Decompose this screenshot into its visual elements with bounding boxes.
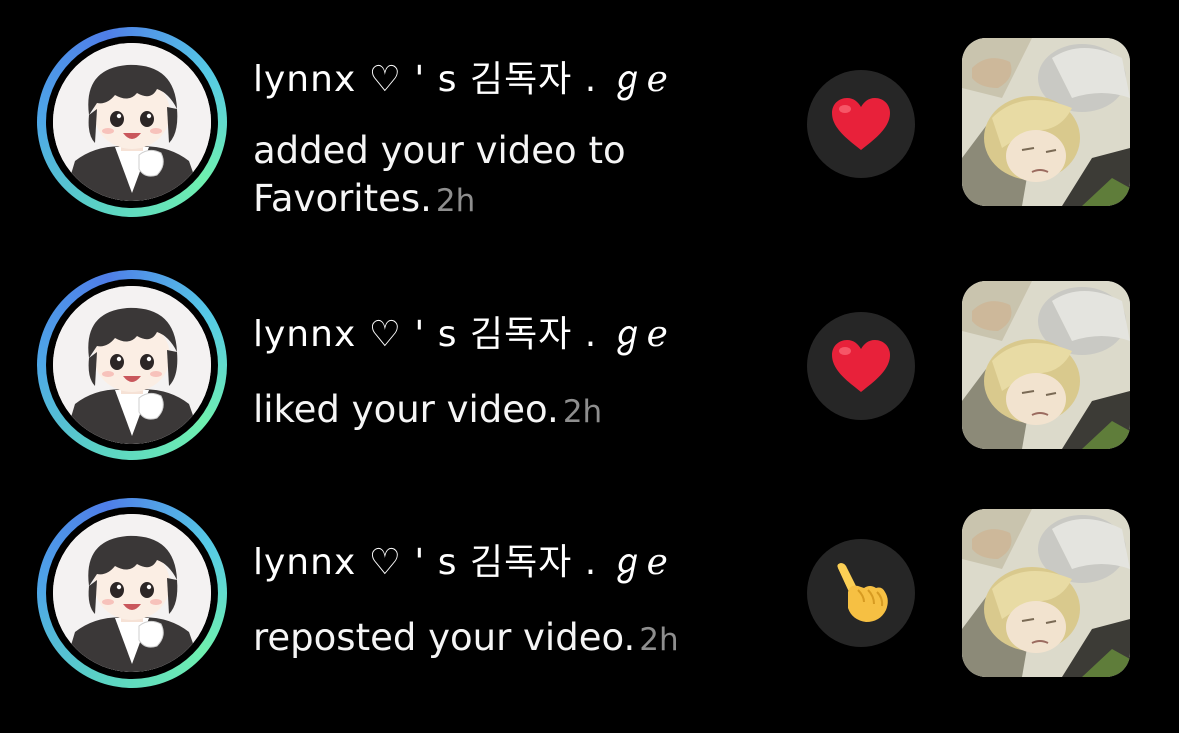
avatar[interactable] bbox=[53, 43, 211, 201]
notification-text: liked your video. 2h bbox=[253, 386, 773, 436]
avatar[interactable] bbox=[53, 514, 211, 672]
avatar-story-ring[interactable] bbox=[37, 27, 227, 217]
action-text: reposted your video. bbox=[253, 616, 636, 659]
notification-text: reposted your video. 2h bbox=[253, 614, 773, 664]
username[interactable]: lynnx ♡ ' s 김독자 . ℊℯ bbox=[253, 305, 669, 357]
video-thumbnail[interactable] bbox=[962, 38, 1130, 206]
notification-text: added your video to Favorites. 2h bbox=[253, 127, 773, 225]
timestamp: 2h bbox=[639, 622, 679, 658]
activity-badge bbox=[807, 312, 915, 420]
activity-badge bbox=[807, 539, 915, 647]
heart-icon bbox=[832, 98, 890, 150]
pointing-hand-icon bbox=[837, 563, 888, 622]
avatar-story-ring[interactable] bbox=[37, 270, 227, 460]
timestamp: 2h bbox=[562, 394, 603, 430]
heart-icon bbox=[832, 340, 890, 392]
activity-badge bbox=[807, 70, 915, 178]
video-thumbnail[interactable] bbox=[962, 509, 1130, 677]
username[interactable]: lynnx ♡ ' s 김독자 . ℊℯ bbox=[253, 533, 669, 585]
username[interactable]: lynnx ♡ ' s 김독자 . ℊℯ bbox=[253, 50, 669, 102]
avatar[interactable] bbox=[53, 286, 211, 444]
avatar-story-ring[interactable] bbox=[37, 498, 227, 688]
video-thumbnail[interactable] bbox=[962, 281, 1130, 449]
action-text: liked your video. bbox=[253, 388, 559, 431]
timestamp: 2h bbox=[435, 183, 476, 219]
